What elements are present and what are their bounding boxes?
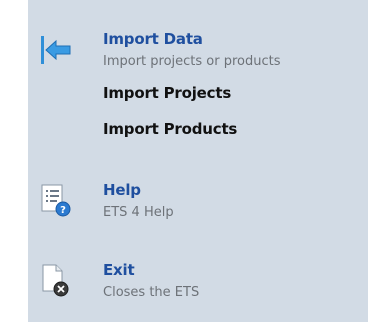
import-projects-item[interactable]: Import Projects (103, 84, 231, 102)
exit-title: Exit (103, 261, 135, 279)
import-data-title: Import Data (103, 30, 203, 48)
svg-text:?: ? (60, 205, 66, 216)
help-document-icon: ? (38, 183, 74, 219)
exit-menu-item[interactable]: Exit Closes the ETS (28, 255, 368, 310)
import-data-menu-item[interactable]: Import Data Import projects or products (28, 22, 368, 82)
import-data-description: Import projects or products (103, 54, 281, 69)
help-description: ETS 4 Help (103, 205, 174, 220)
exit-document-icon (38, 263, 74, 299)
import-arrow-icon (38, 32, 74, 68)
exit-description: Closes the ETS (103, 285, 200, 300)
help-title: Help (103, 181, 141, 199)
help-menu-item[interactable]: ? Help ETS 4 Help (28, 175, 368, 230)
import-products-item[interactable]: Import Products (103, 120, 237, 138)
backstage-menu-panel: Import Data Import projects or products … (28, 0, 368, 322)
